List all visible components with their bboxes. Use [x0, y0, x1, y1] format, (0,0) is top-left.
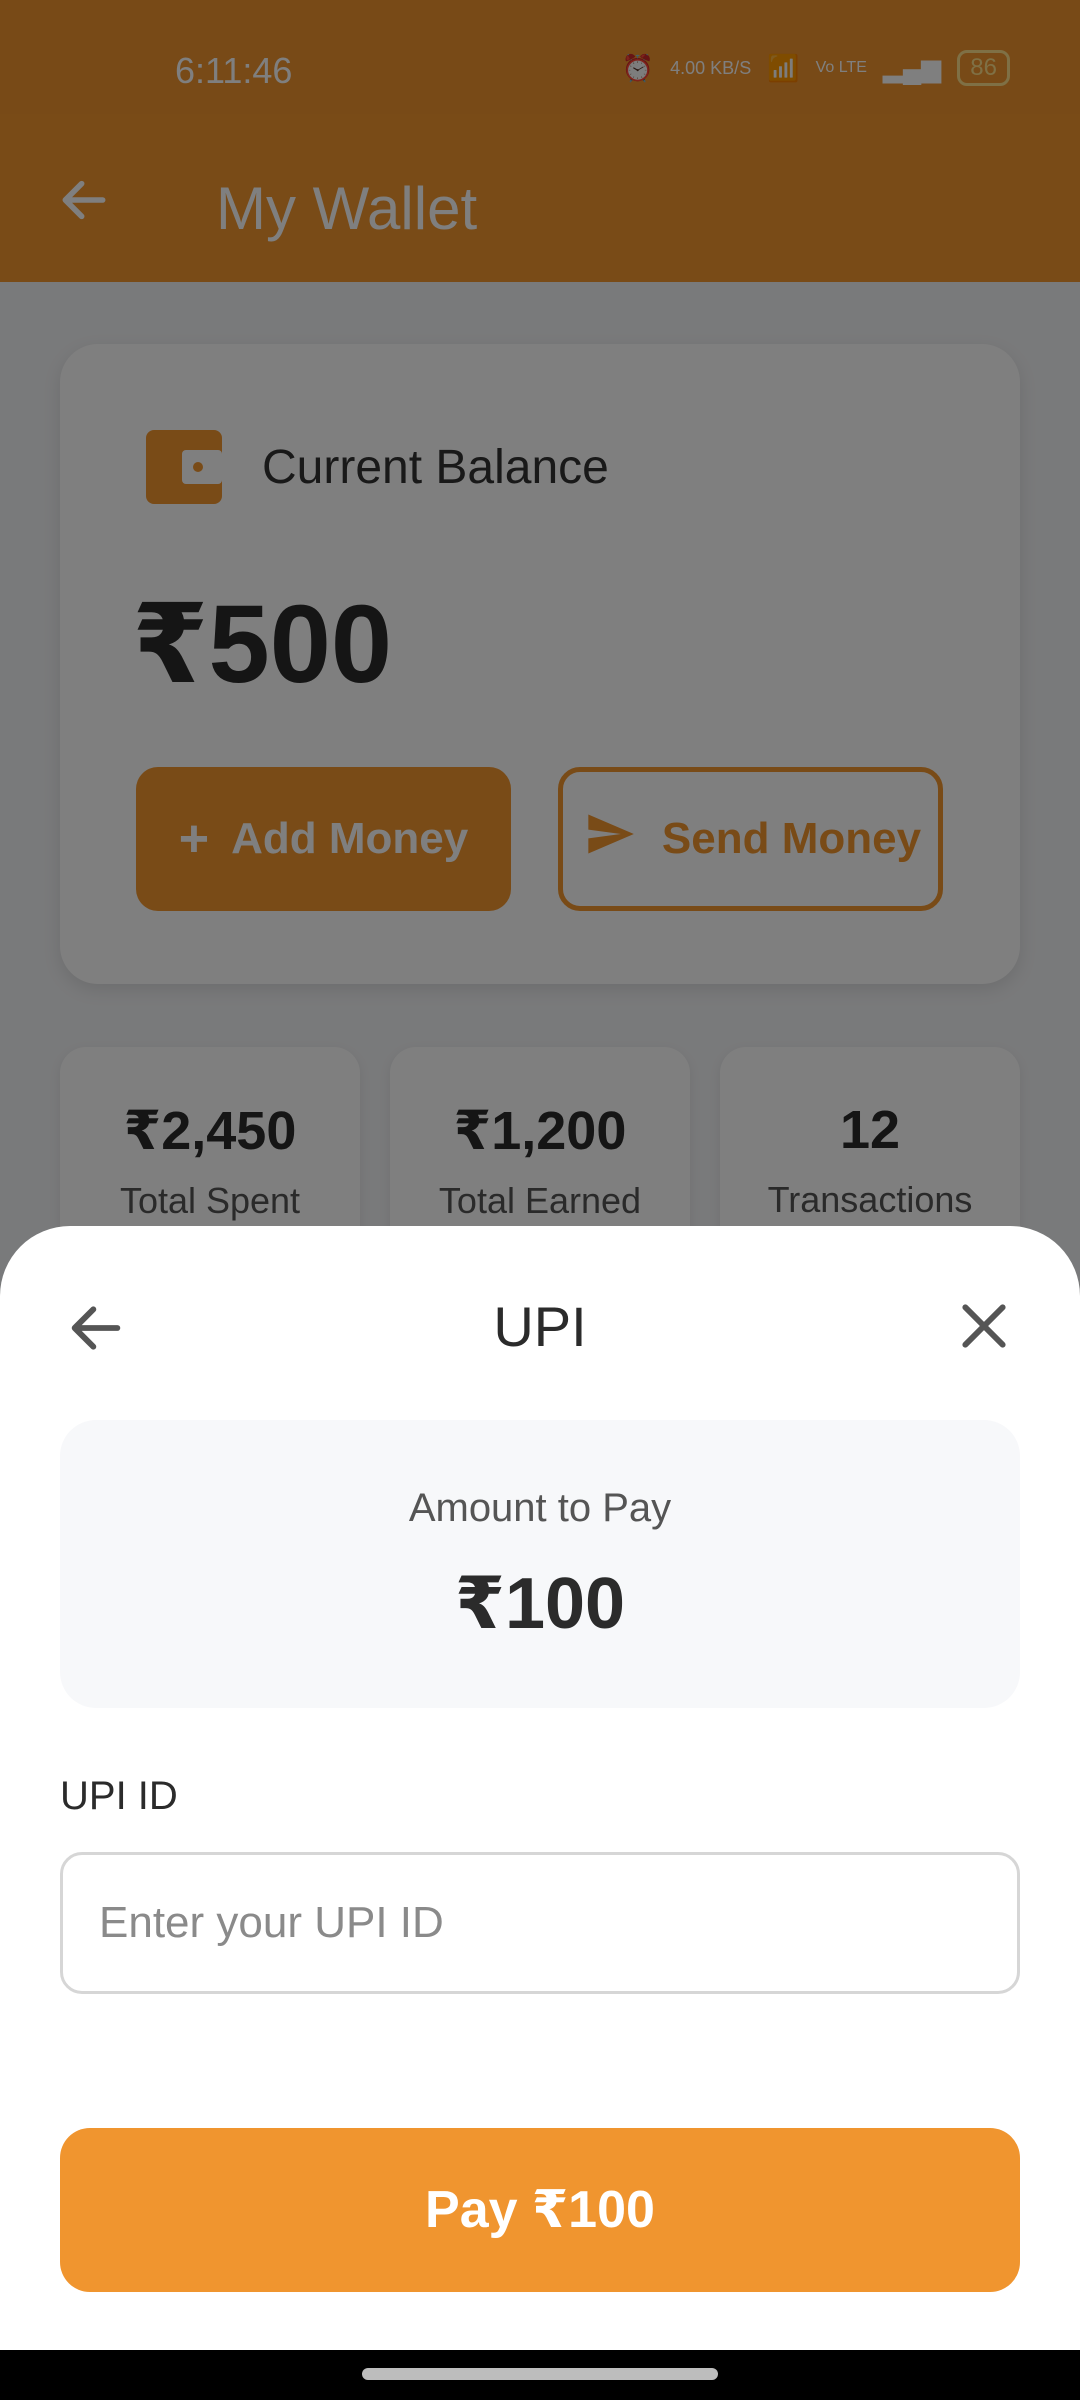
pay-button-label: Pay ₹100 [425, 2181, 655, 2239]
home-indicator[interactable] [362, 2368, 718, 2380]
close-icon[interactable] [952, 1294, 1016, 1358]
pay-button[interactable]: Pay ₹100 [60, 2128, 1020, 2292]
upi-id-input[interactable] [60, 1852, 1020, 1994]
upi-id-label: UPI ID [60, 1774, 178, 1818]
amount-value: ₹100 [454, 1564, 626, 1644]
amount-summary: Amount to Pay ₹100 [60, 1420, 1020, 1708]
amount-label: Amount to Pay [408, 1486, 672, 1530]
sheet-title: UPI [493, 1295, 587, 1358]
